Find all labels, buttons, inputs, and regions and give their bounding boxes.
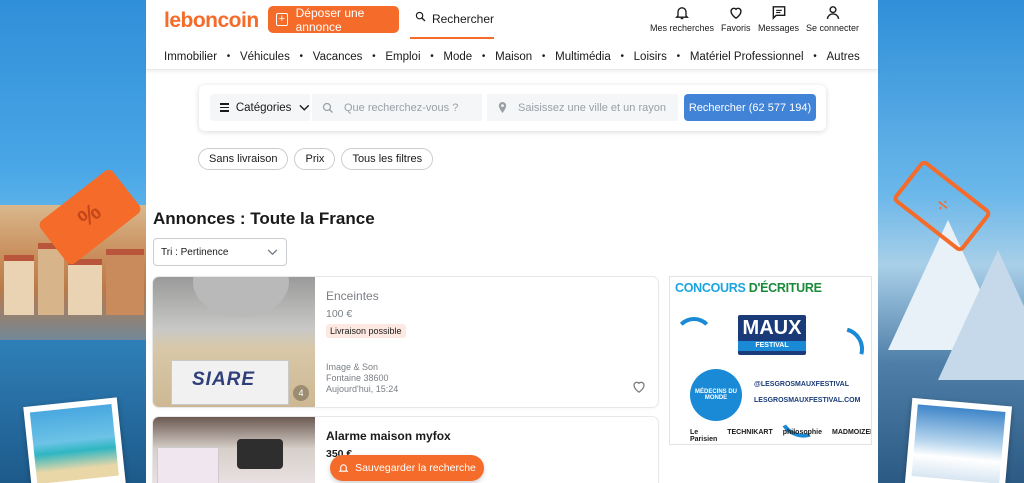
page-title: Annonces : Toute la France — [153, 209, 375, 228]
filter-all[interactable]: Tous les filtres — [341, 148, 434, 170]
background-left: % — [0, 0, 146, 483]
login-label: Se connecter — [806, 23, 860, 33]
photo-count-badge: 4 — [293, 385, 309, 401]
location-placeholder: Saisissez une ville et un rayon — [518, 101, 666, 114]
nav-item-maison[interactable]: Maison — [495, 51, 532, 63]
nav-item-multimedia[interactable]: Multimédia — [555, 51, 611, 63]
ad-press-logos: Le Parisien TECHNIKART philosophie MADMO… — [690, 429, 871, 443]
search-button[interactable]: Rechercher (62 577 194) — [684, 94, 816, 121]
favorites-label: Favoris — [721, 23, 751, 33]
sort-select[interactable]: Tri : Pertinence — [153, 238, 287, 266]
category-select[interactable]: Catégories — [210, 94, 310, 121]
messages-label: Messages — [758, 23, 800, 33]
header: leboncoin + Déposer une annonce Recherch… — [146, 0, 878, 40]
ad-website: LESGROSMAUXFESTIVAL.COM — [754, 397, 861, 404]
user-icon — [826, 6, 839, 20]
post-ad-label: Déposer une annonce — [295, 5, 365, 34]
ad-banner[interactable]: CONCOURS D'ÉCRITURE MAUX FESTIVAL MÉDECI… — [669, 276, 872, 445]
nav-item-mode[interactable]: Mode — [443, 51, 472, 63]
photo-brand-text: SIARE — [192, 369, 256, 390]
list-icon — [220, 101, 229, 114]
listing-title: Alarme maison myfox — [326, 429, 451, 443]
filter-no-delivery[interactable]: Sans livraison — [198, 148, 289, 170]
chevron-down-icon — [299, 104, 310, 111]
my-searches-label: Mes recherches — [650, 23, 715, 33]
chevron-down-icon — [267, 249, 278, 256]
listing-date: Aujourd'hui, 15:24 — [326, 384, 399, 394]
nav-item-materiel-professionnel[interactable]: Matériel Professionnel — [690, 51, 804, 63]
search-tab[interactable]: Rechercher — [410, 8, 494, 39]
plus-icon: + — [276, 13, 288, 26]
search-tab-label: Rechercher — [431, 12, 494, 26]
main-content: leboncoin + Déposer une annonce Recherch… — [146, 0, 878, 483]
save-search-label: Sauvegarder la recherche — [355, 462, 476, 474]
background-beach-photo — [23, 397, 127, 483]
messages-link[interactable]: Messages — [758, 4, 799, 33]
category-nav: Immobilier • Véhicules • Vacances • Emploi •… — [146, 44, 878, 70]
login-link[interactable]: Se connecter — [806, 4, 859, 33]
background-right: ÷ — [878, 0, 1024, 483]
bell-icon — [675, 7, 689, 20]
listing-price: 100 € — [326, 308, 353, 320]
listing-category: Image & Son — [326, 362, 379, 372]
nav-item-vacances[interactable]: Vacances — [313, 51, 363, 63]
nav-item-vehicules[interactable]: Véhicules — [240, 51, 290, 63]
nav-item-emploi[interactable]: Emploi — [385, 51, 420, 63]
listing-card[interactable]: SIARE 4 Enceintes 100 € Livraison possib… — [153, 277, 658, 407]
heart-icon — [730, 7, 742, 20]
filter-chips: Sans livraison Prix Tous les filtres — [198, 148, 434, 170]
bell-icon — [338, 464, 349, 472]
category-label: Catégories — [235, 101, 292, 114]
listing-photo[interactable]: SIARE 4 — [153, 277, 315, 407]
nav-item-autres[interactable]: Autres — [827, 51, 860, 63]
background-mountain-photo — [904, 397, 1012, 483]
listing-location: Fontaine 38600 — [326, 373, 389, 383]
save-search-button[interactable]: Sauvegarder la recherche — [330, 455, 484, 481]
my-searches-link[interactable]: Mes recherches — [650, 4, 714, 33]
search-icon — [322, 102, 333, 113]
query-placeholder: Que recherchez-vous ? — [344, 101, 459, 114]
favorites-link[interactable]: Favoris — [721, 4, 751, 33]
listing-photo[interactable] — [153, 417, 315, 483]
ad-brand-logo: MAUX FESTIVAL — [738, 315, 806, 355]
nav-item-immobilier[interactable]: Immobilier — [164, 51, 217, 63]
location-input[interactable]: Saisissez une ville et un rayon — [487, 94, 678, 121]
ad-instagram: @LESGROSMAUXFESTIVAL — [754, 381, 849, 388]
search-icon — [415, 11, 426, 22]
filter-price[interactable]: Prix — [294, 148, 336, 170]
message-icon — [772, 6, 785, 20]
logo[interactable]: leboncoin — [164, 9, 259, 33]
ad-headline: CONCOURS D'ÉCRITURE — [675, 281, 822, 295]
query-input[interactable]: Que recherchez-vous ? — [312, 94, 482, 121]
ad-partner-logo: MÉDECINS DU MONDE — [690, 369, 742, 421]
listing-title: Enceintes — [326, 289, 379, 303]
favorite-heart-icon[interactable] — [630, 378, 648, 395]
nav-item-loisirs[interactable]: Loisirs — [634, 51, 667, 63]
delivery-badge: Livraison possible — [326, 324, 406, 338]
post-ad-button[interactable]: + Déposer une annonce — [268, 5, 399, 34]
sort-label: Tri : Pertinence — [161, 246, 229, 258]
location-pin-icon — [498, 102, 507, 113]
search-bar: Catégories Que recherchez-vous ? Saisiss… — [199, 85, 826, 131]
